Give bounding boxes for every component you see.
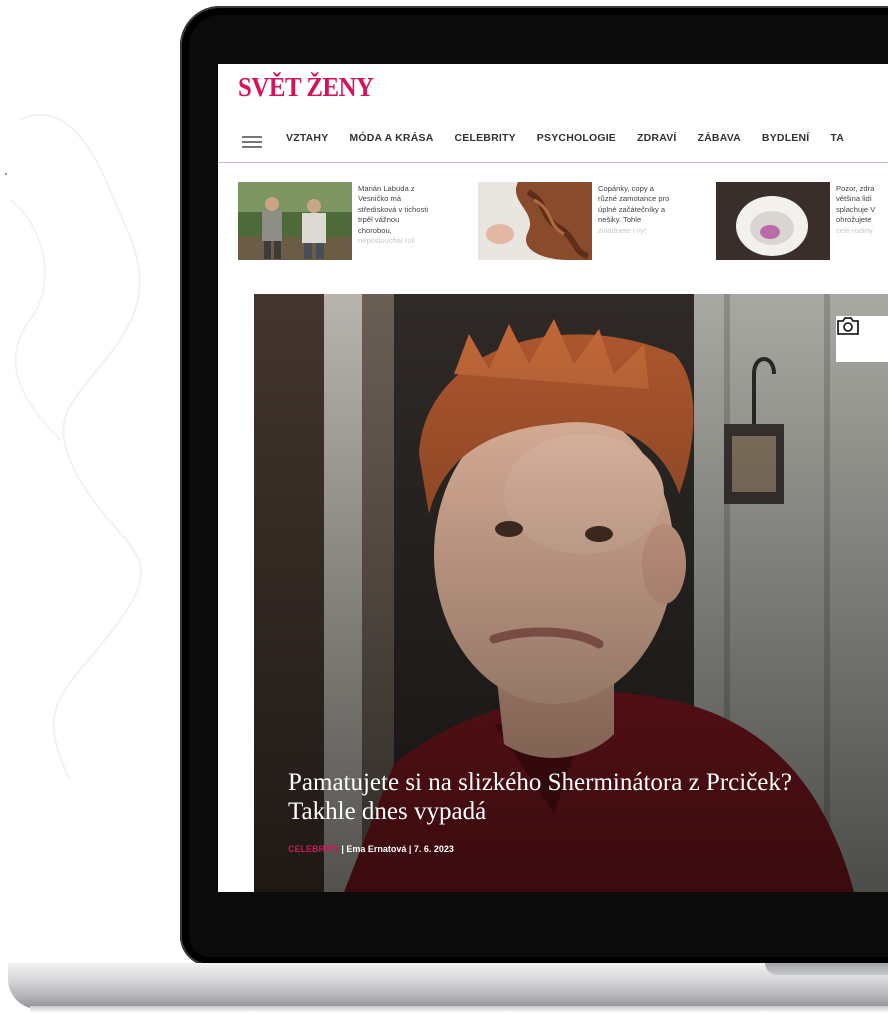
teaser-line-faded: zvládnete i vy!: [598, 225, 647, 235]
teaser-thumbnail-1[interactable]: [238, 182, 352, 260]
teaser-article-2[interactable]: Copánky, copy a různé zamotance pro úpln…: [478, 182, 718, 262]
teaser-line: chorobou,: [358, 225, 392, 235]
teaser-line: středisková v tichosti: [358, 204, 429, 214]
nav-item-celebrity[interactable]: CELEBRITY: [454, 132, 515, 144]
teaser-line-faded: celé rodiny: [836, 225, 873, 235]
camera-icon: [837, 317, 859, 335]
hero-author-date: | Ema Ernatová | 7. 6. 2023: [338, 844, 454, 854]
teaser-line: nešiky. Tohle: [598, 215, 642, 225]
teaser-text-2[interactable]: Copánky, copy a různé zamotance pro úpln…: [598, 184, 714, 236]
teaser-text-3[interactable]: Pozor, zdra většina lidí splachuje V ohr…: [836, 184, 886, 236]
laptop-base: [8, 963, 888, 1009]
teaser-line: ohrožujete: [836, 215, 872, 225]
nav-item-moda-a-krasa[interactable]: MÓDA A KRÁSA: [349, 132, 433, 144]
teaser-line: většina lidí: [836, 194, 872, 204]
nav-item-bydleni[interactable]: BYDLENÍ: [762, 132, 810, 144]
teaser-thumbnail-2[interactable]: [478, 182, 592, 260]
teaser-line: různé zamotance pro: [598, 194, 670, 204]
site-logo[interactable]: SVĚT ŽENY: [238, 72, 374, 103]
main-nav: VZTAHY MÓDA A KRÁSA CELEBRITY PSYCHOLOGI…: [286, 132, 865, 144]
hero-title[interactable]: Pamatujete si na slizkého Sherminátora z…: [288, 768, 848, 826]
teaser-line-faded: neposlouchal roli: [358, 236, 415, 246]
laptop-screen: SVĚT ŽENY VZTAHY MÓDA A KRÁSA CELEBRITY …: [218, 64, 888, 892]
hero-meta: CELEBRITY | Ema Ernatová | 7. 6. 2023: [288, 844, 454, 854]
nav-item-zabava[interactable]: ZÁBAVA: [698, 132, 741, 144]
teaser-text-1[interactable]: Marián Labuda z Vesničko má středisková …: [358, 184, 474, 246]
teaser-article-1[interactable]: Marián Labuda z Vesničko má středisková …: [238, 182, 478, 262]
nav-item-truncated[interactable]: TA: [830, 132, 844, 144]
teaser-line: Copánky, copy a: [598, 184, 654, 193]
nav-divider: [218, 162, 888, 163]
teaser-line: trpěl vážnou: [358, 215, 400, 225]
nav-item-vztahy[interactable]: VZTAHY: [286, 132, 328, 144]
laptop-bezel-bottom: [218, 892, 888, 942]
teaser-line: úplné začátečníky a: [598, 204, 666, 214]
background-map-doodle: [4, 113, 142, 781]
teaser-line: Marián Labuda z: [358, 184, 415, 193]
hero-article[interactable]: Pamatujete si na slizkého Sherminátora z…: [254, 294, 888, 892]
nav-item-zdravi[interactable]: ZDRAVÍ: [637, 132, 677, 144]
laptop-base-notch: [765, 963, 888, 975]
teaser-thumbnail-3[interactable]: [716, 182, 830, 260]
teaser-line: splachuje V: [836, 204, 876, 214]
gallery-button[interactable]: [836, 316, 888, 362]
laptop-shadow: [30, 1006, 888, 1013]
teaser-article-3[interactable]: Pozor, zdra většina lidí splachuje V ohr…: [716, 182, 888, 262]
nav-item-psychologie[interactable]: PSYCHOLOGIE: [537, 132, 616, 144]
teaser-line: Pozor, zdra: [836, 184, 875, 193]
hero-category-link[interactable]: CELEBRITY: [288, 844, 339, 854]
hamburger-icon[interactable]: [242, 136, 262, 148]
teaser-line: Vesničko má: [358, 194, 402, 204]
